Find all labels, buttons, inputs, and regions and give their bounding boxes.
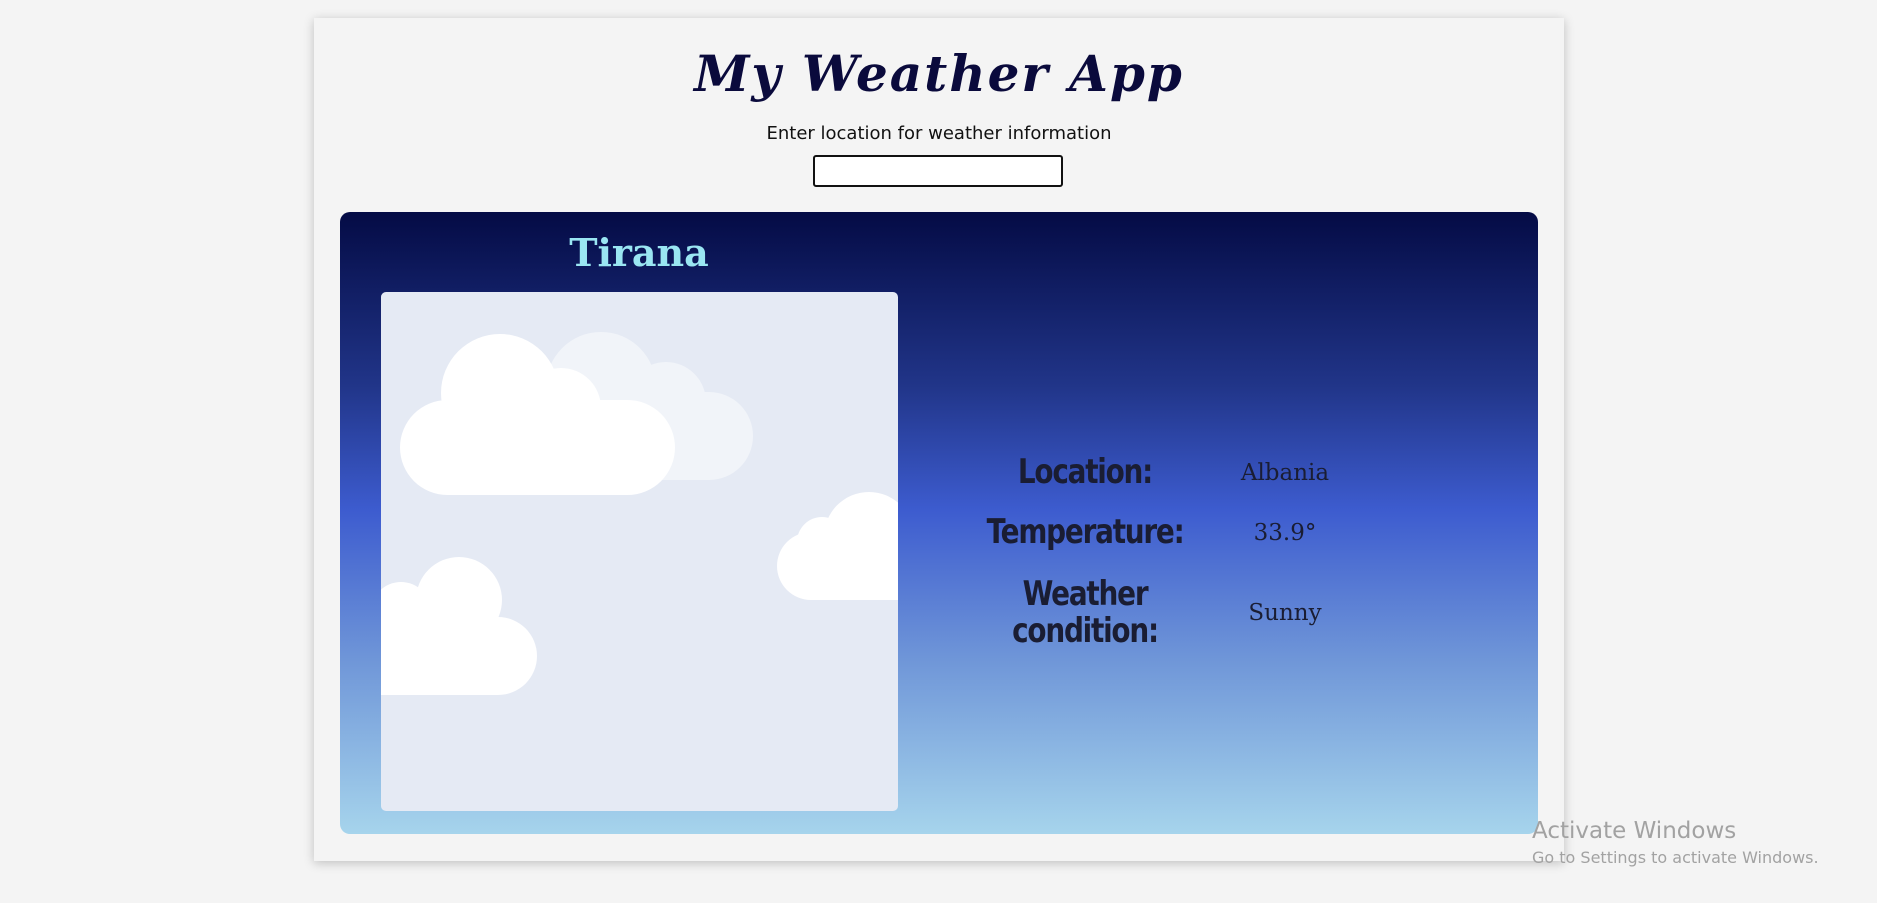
- location-row: Location: Albania: [965, 452, 1365, 492]
- weather-condition-image: [381, 292, 898, 811]
- temperature-label: Temperature:: [986, 512, 1185, 552]
- location-prompt: Enter location for weather information: [766, 123, 1112, 144]
- temperature-value: 33.9°: [1253, 519, 1317, 546]
- watermark-title: Activate Windows: [1532, 818, 1737, 844]
- city-name: Tirana: [569, 230, 709, 275]
- weather-result-panel: Tirana Location: Albania Temperature: 33…: [340, 212, 1538, 834]
- location-label: Location:: [1017, 452, 1153, 492]
- weather-condition-row: Weather condition: Sunny: [965, 574, 1365, 652]
- activate-windows-watermark: Activate Windows Go to Settings to activ…: [1532, 818, 1819, 867]
- weather-condition-label: Weather condition:: [1012, 574, 1159, 652]
- temperature-row: Temperature: 33.9°: [965, 512, 1365, 552]
- app-title: My Weather App: [694, 44, 1184, 103]
- location-search-input[interactable]: [813, 155, 1063, 187]
- location-value: Albania: [1240, 459, 1330, 486]
- weather-app-card: My Weather App Enter location for weathe…: [314, 18, 1564, 861]
- watermark-subtitle: Go to Settings to activate Windows.: [1532, 847, 1819, 867]
- weather-condition-value: Sunny: [1248, 600, 1322, 627]
